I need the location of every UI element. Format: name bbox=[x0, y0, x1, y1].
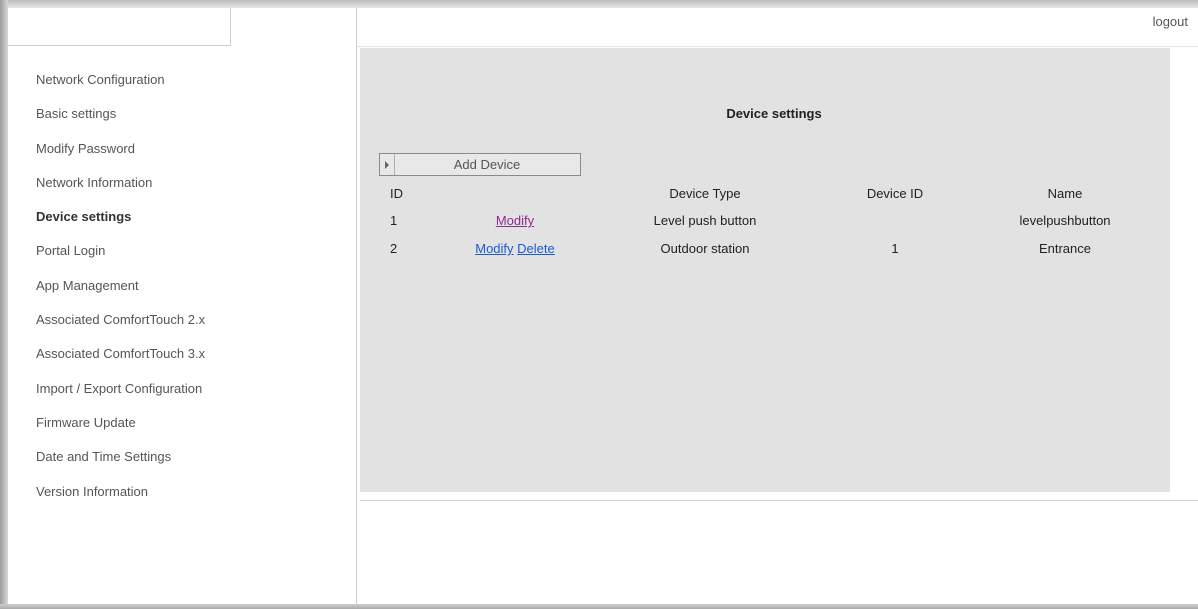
sidebar-item-network-information[interactable]: Network Information bbox=[36, 174, 205, 208]
row-2-device-id: 1 bbox=[891, 241, 899, 256]
row-1-modify-link[interactable]: Modify bbox=[496, 213, 534, 228]
window-frame-bottom bbox=[0, 604, 1198, 609]
add-device-button[interactable]: Add Device bbox=[379, 153, 581, 176]
row-1-actions: Modify bbox=[440, 213, 590, 228]
row-1-name: levelpushbutton bbox=[1019, 213, 1111, 228]
sidebar-item-basic-settings[interactable]: Basic settings bbox=[36, 105, 205, 139]
content-footer-divider bbox=[360, 500, 1198, 501]
logout-link[interactable]: logout bbox=[1153, 14, 1188, 29]
row-2-id: 2 bbox=[390, 241, 398, 256]
sidebar-item-modify-password[interactable]: Modify Password bbox=[36, 140, 205, 174]
sidebar-divider bbox=[356, 8, 357, 605]
column-header-name: Name bbox=[1047, 186, 1083, 201]
column-header-device-type: Device Type bbox=[669, 186, 741, 201]
column-header-id: ID bbox=[390, 186, 403, 201]
sidebar-item-portal-login[interactable]: Portal Login bbox=[36, 242, 205, 276]
sidebar-item-date-time[interactable]: Date and Time Settings bbox=[36, 448, 205, 482]
header-divider bbox=[357, 46, 1198, 47]
window-frame-top bbox=[0, 0, 1198, 8]
add-device-label: Add Device bbox=[453, 157, 521, 172]
row-1-device-type: Level push button bbox=[653, 213, 757, 228]
sidebar-item-app-management[interactable]: App Management bbox=[36, 277, 205, 311]
sidebar-item-comforttouch-3x[interactable]: Associated ComfortTouch 3.x bbox=[36, 345, 205, 379]
logo-area bbox=[8, 8, 231, 46]
row-2-name: Entrance bbox=[1038, 241, 1092, 256]
triangle-right-icon bbox=[385, 161, 389, 169]
row-2-modify-link[interactable]: Modify bbox=[475, 241, 513, 256]
page-title: Device settings bbox=[726, 106, 822, 121]
window-frame-left bbox=[0, 0, 8, 609]
row-2-delete-link[interactable]: Delete bbox=[517, 241, 555, 256]
sidebar-item-network-configuration[interactable]: Network Configuration bbox=[36, 71, 205, 105]
sidebar-item-comforttouch-2x[interactable]: Associated ComfortTouch 2.x bbox=[36, 311, 205, 345]
column-header-device-id: Device ID bbox=[866, 186, 924, 201]
sidebar-nav: Network Configuration Basic settings Mod… bbox=[36, 71, 205, 517]
row-1-id: 1 bbox=[390, 213, 398, 228]
expand-toggle[interactable] bbox=[380, 154, 395, 175]
row-2-actions: Modify Delete bbox=[440, 241, 590, 256]
sidebar-item-device-settings[interactable]: Device settings bbox=[36, 208, 205, 242]
sidebar-item-version-information[interactable]: Version Information bbox=[36, 483, 205, 517]
sidebar-item-import-export[interactable]: Import / Export Configuration bbox=[36, 380, 205, 414]
sidebar-item-firmware-update[interactable]: Firmware Update bbox=[36, 414, 205, 448]
row-2-device-type: Outdoor station bbox=[660, 241, 750, 256]
